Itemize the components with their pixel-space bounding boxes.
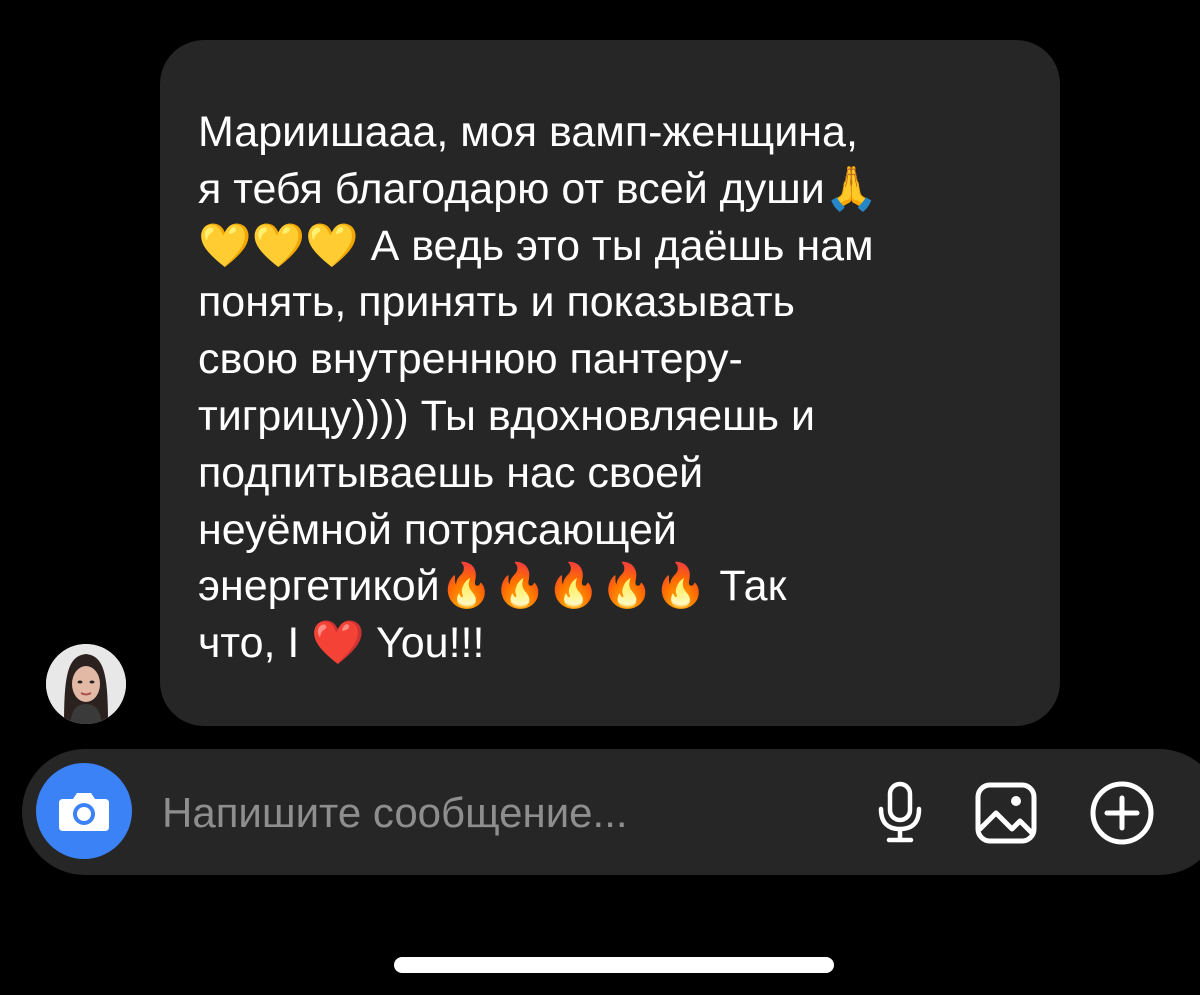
- camera-button[interactable]: [36, 763, 132, 859]
- plus-circle-icon: [1090, 781, 1154, 845]
- message-bubble[interactable]: Мариишааа, моя вамп-женщина, я тебя благ…: [160, 40, 1060, 726]
- microphone-icon: [878, 781, 922, 843]
- gallery-icon: [975, 782, 1037, 844]
- gallery-button[interactable]: [972, 779, 1040, 847]
- sender-avatar[interactable]: [46, 644, 126, 724]
- home-indicator[interactable]: [394, 957, 834, 973]
- microphone-button[interactable]: [866, 779, 934, 847]
- message-input[interactable]: Напишите сообщение...: [162, 789, 628, 837]
- camera-icon: [59, 793, 109, 831]
- add-button[interactable]: [1088, 779, 1156, 847]
- message-text: Мариишааа, моя вамп-женщина, я тебя благ…: [198, 108, 879, 668]
- avatar-image: [46, 644, 126, 724]
- message-composer: Напишите сообщение...: [22, 749, 1200, 875]
